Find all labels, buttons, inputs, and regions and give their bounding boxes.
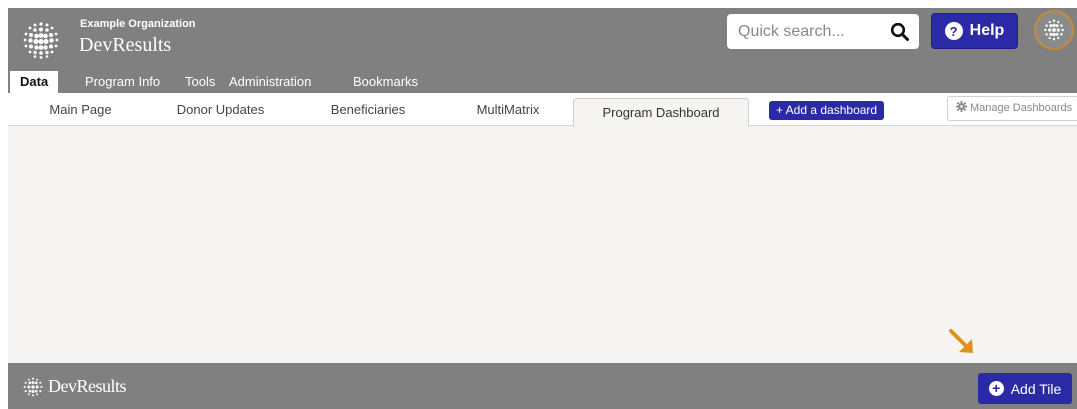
app-name[interactable]: DevResults: [79, 34, 171, 57]
globe-dots-icon: [23, 377, 43, 397]
globe-dots-icon[interactable]: [20, 19, 62, 61]
dashboard-canvas: [8, 127, 1077, 363]
question-circle-icon: ?: [944, 22, 963, 40]
main-nav: Data Program Info Tools Administration B…: [8, 71, 1077, 93]
add-tile-button[interactable]: + Add Tile: [978, 373, 1072, 404]
main-tab-program-info[interactable]: Program Info: [85, 71, 160, 93]
search-icon[interactable]: [890, 22, 910, 42]
tab-donor-updates[interactable]: Donor Updates: [163, 93, 278, 126]
gear-icon: [956, 101, 967, 112]
dashboard-tabs: Main Page Donor Updates Beneficiaries Mu…: [8, 93, 1077, 127]
tab-main-page[interactable]: Main Page: [28, 93, 133, 126]
app-window: Example Organization DevResults ? Help: [8, 8, 1077, 409]
tab-beneficiaries[interactable]: Beneficiaries: [313, 93, 423, 126]
globe-dots-icon: [1044, 19, 1064, 41]
footer: DevResults + Add Tile: [8, 363, 1077, 409]
help-button-label: Help: [969, 22, 1005, 39]
manage-dashboards-button[interactable]: Manage Dashboards: [947, 96, 1077, 121]
arrow-icon: [949, 329, 973, 353]
manage-dashboards-label: Manage Dashboards: [970, 102, 1073, 114]
main-tab-bookmarks[interactable]: Bookmarks: [353, 71, 418, 93]
plus-circle-icon: +: [988, 381, 1004, 396]
header: Example Organization DevResults ? Help: [8, 8, 1077, 71]
help-button[interactable]: ? Help: [931, 13, 1018, 49]
add-dashboard-button[interactable]: + Add a dashboard: [769, 101, 885, 120]
search-input[interactable]: [727, 14, 877, 49]
footer-brand: DevResults: [48, 376, 127, 396]
main-tab-data[interactable]: Data: [10, 71, 59, 93]
avatar[interactable]: [1034, 10, 1074, 50]
tab-multimatrix[interactable]: MultiMatrix: [453, 93, 563, 126]
main-tab-tools[interactable]: Tools: [185, 71, 215, 93]
search-box[interactable]: [727, 14, 919, 49]
org-name: Example Organization: [80, 18, 196, 30]
add-tile-label: Add Tile: [1010, 380, 1062, 397]
main-tab-administration[interactable]: Administration: [229, 71, 311, 93]
tab-program-dashboard[interactable]: Program Dashboard: [573, 98, 749, 127]
